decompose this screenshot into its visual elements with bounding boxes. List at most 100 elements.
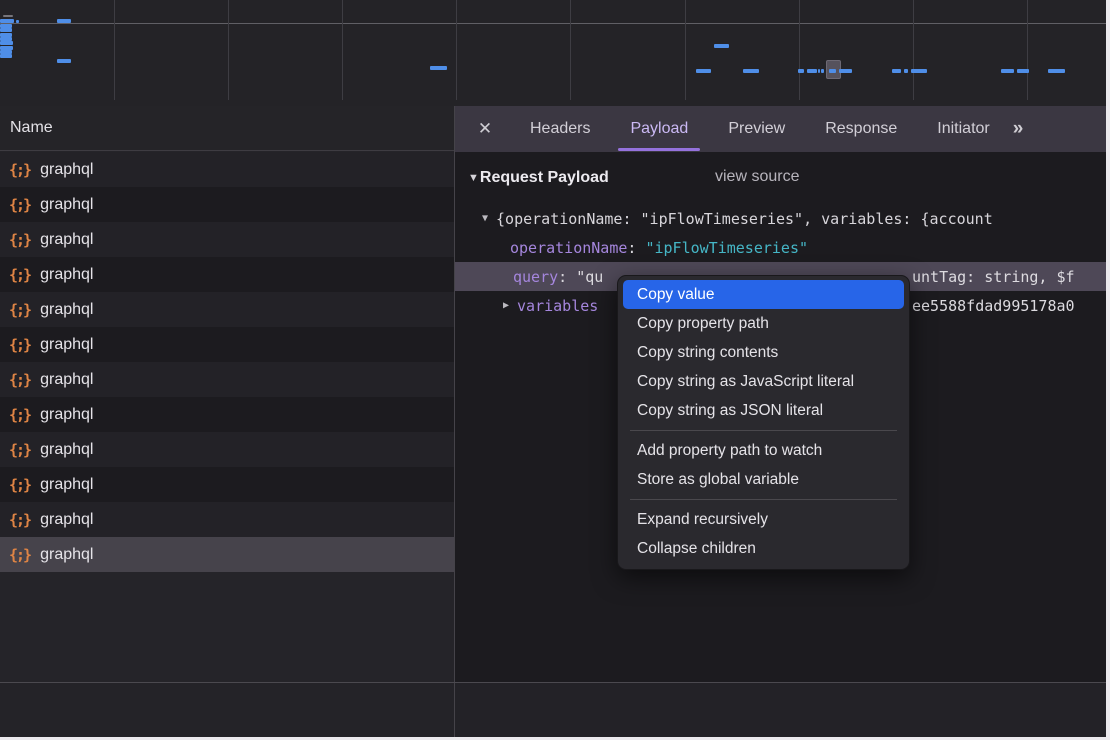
request-name-label: graphql (40, 336, 93, 354)
json-request-icon: {;} (9, 476, 30, 494)
request-timing-bar[interactable] (821, 69, 824, 73)
overview-vertical-gridline (1027, 0, 1028, 100)
overview-vertical-gridline (570, 0, 571, 100)
menu-item-collapse-children[interactable]: Collapse children (623, 534, 904, 563)
json-request-icon: {;} (9, 441, 30, 459)
json-request-icon: {;} (9, 511, 30, 529)
tab-initiator[interactable]: Initiator (932, 106, 994, 152)
table-row[interactable]: {;}graphql (0, 292, 454, 327)
requests-list: {;} graphql {;} graphql {;} graphql {;} graphql… (0, 152, 454, 572)
request-timing-bar[interactable] (807, 69, 817, 73)
request-timing-bar[interactable] (0, 54, 12, 58)
request-timing-bar[interactable] (714, 44, 729, 48)
overview-vertical-gridline (685, 0, 686, 100)
request-timing-bar[interactable] (0, 28, 12, 32)
property-value: "ipFlowTimeseries" (645, 239, 808, 257)
menu-item-copy-string-as-json-literal[interactable]: Copy string as JSON literal (623, 396, 904, 425)
request-name-label: graphql (40, 161, 93, 179)
request-timing-bar[interactable] (696, 69, 711, 73)
request-name-label: graphql (40, 196, 93, 214)
request-timing-bar[interactable] (829, 69, 836, 73)
table-row[interactable]: {;}graphql (0, 397, 454, 432)
table-row[interactable]: {;}graphql (0, 467, 454, 502)
table-row[interactable]: {;} graphql (0, 187, 454, 222)
request-payload-section-header[interactable]: ▼Request Payload (468, 166, 609, 190)
json-request-icon: {;} (9, 196, 30, 214)
request-timing-bar[interactable] (0, 19, 14, 23)
menu-separator (630, 499, 897, 500)
more-tabs-icon[interactable]: » (1013, 118, 1023, 140)
key-separator: : (627, 239, 645, 257)
request-timing-bar[interactable] (430, 66, 447, 70)
table-row[interactable]: {;} graphql (0, 152, 454, 187)
menu-item-copy-value[interactable]: Copy value (623, 280, 904, 309)
requests-list-panel: Name {;}graphql{;}graphql{;}graphql{;}gr… (0, 106, 454, 682)
request-timing-bar[interactable] (57, 19, 71, 23)
payload-query-row-right-fragment: untTag: string, $f (912, 262, 1075, 291)
menu-item-copy-string-contents[interactable]: Copy string contents (623, 338, 904, 367)
network-overview-timeline[interactable] (0, 0, 1106, 106)
chevron-down-icon[interactable]: ▼ (482, 213, 488, 224)
request-timing-bar[interactable] (839, 69, 852, 73)
menu-item-store-as-global-variable[interactable]: Store as global variable (623, 465, 904, 494)
payload-operation-name-row[interactable]: operationName: "ipFlowTimeseries" (510, 233, 808, 262)
menu-separator (630, 430, 897, 431)
request-timing-bar[interactable] (1001, 69, 1014, 73)
request-timing-bar[interactable] (3, 15, 13, 17)
payload-variables-row[interactable]: ▶ variables (503, 291, 598, 320)
tab-preview[interactable]: Preview (723, 106, 790, 152)
property-key: operationName (510, 239, 627, 257)
json-request-icon: {;} (9, 161, 30, 179)
name-column-header[interactable]: Name (0, 106, 454, 151)
view-source-link[interactable]: view source (715, 168, 799, 186)
request-timing-bar[interactable] (911, 69, 927, 73)
menu-item-add-property-path-to-watch[interactable]: Add property path to watch (623, 436, 904, 465)
name-column-header-label: Name (10, 119, 53, 137)
tab-headers[interactable]: Headers (525, 106, 595, 152)
payload-preview-line[interactable]: ▼ {operationName: "ipFlowTimeseries", var… (482, 204, 993, 233)
menu-item-expand-recursively[interactable]: Expand recursively (623, 505, 904, 534)
request-name-label: graphql (40, 511, 93, 529)
close-icon[interactable]: ✕ (475, 119, 495, 139)
chevron-right-icon[interactable]: ▶ (503, 300, 509, 311)
request-timing-bar[interactable] (1048, 69, 1065, 73)
chevron-down-icon: ▼ (468, 172, 479, 184)
request-timing-bar[interactable] (743, 69, 759, 73)
overview-vertical-gridline (456, 0, 457, 100)
table-row[interactable]: {;}graphql (0, 362, 454, 397)
json-request-icon: {;} (9, 301, 30, 319)
payload-preview-text: {operationName: "ipFlowTimeseries", vari… (496, 210, 993, 228)
request-timing-bar[interactable] (892, 69, 901, 73)
request-name-label: graphql (40, 546, 93, 564)
overview-vertical-gridline (114, 0, 115, 100)
request-timing-bar[interactable] (57, 59, 71, 63)
request-timing-bar[interactable] (16, 20, 19, 23)
request-timing-bar[interactable] (904, 69, 908, 73)
json-request-icon: {;} (9, 266, 30, 284)
overview-vertical-gridline (228, 0, 229, 100)
table-row[interactable]: {;} graphql (0, 502, 454, 537)
json-request-icon: {;} (9, 336, 30, 354)
request-timing-bar[interactable] (798, 69, 804, 73)
request-name-label: graphql (40, 371, 93, 389)
payload-query-row[interactable]: query: "qu (513, 262, 603, 291)
table-row[interactable]: {;}graphql (0, 222, 454, 257)
panel-vertical-divider[interactable] (454, 106, 455, 737)
request-timing-bar[interactable] (1017, 69, 1029, 73)
tab-response[interactable]: Response (820, 106, 902, 152)
table-row[interactable]: {;} graphql (0, 327, 454, 362)
request-timing-bar[interactable] (0, 41, 13, 45)
tabs-container: Headers Payload Preview Response Initiator (495, 106, 995, 152)
overview-vertical-gridline (342, 0, 343, 100)
table-row[interactable]: {;}graphql (0, 537, 454, 572)
menu-item-copy-property-path[interactable]: Copy property path (623, 309, 904, 338)
table-row[interactable]: {;} graphql (0, 432, 454, 467)
request-timing-bar[interactable] (818, 69, 820, 73)
menu-item-copy-string-as-javascript-literal[interactable]: Copy string as JavaScript literal (623, 367, 904, 396)
context-menu: Copy valueCopy property pathCopy string … (617, 275, 910, 570)
property-key: variables (517, 297, 598, 315)
table-row[interactable]: {;}graphql (0, 257, 454, 292)
tab-payload[interactable]: Payload (625, 106, 693, 152)
overview-horizontal-gridline (0, 23, 1106, 24)
request-name-label: graphql (40, 441, 93, 459)
